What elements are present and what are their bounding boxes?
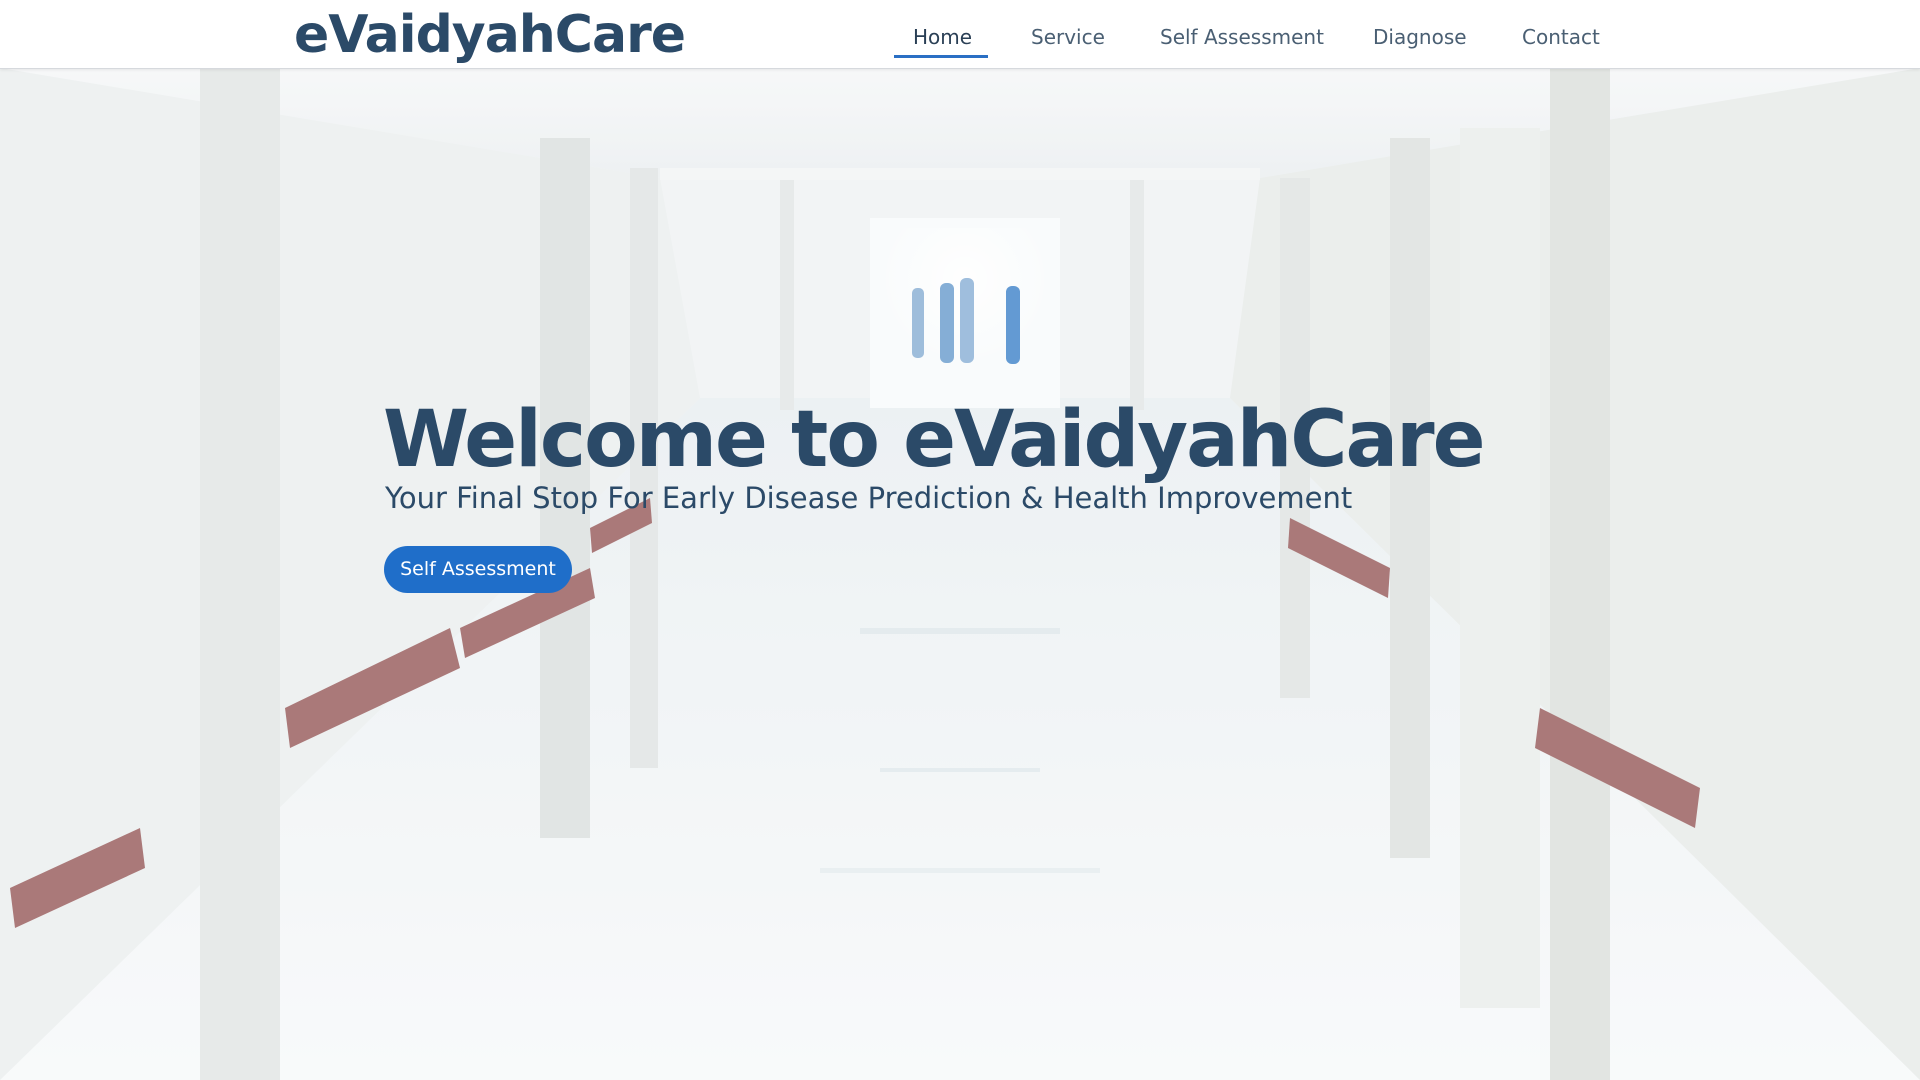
self-assessment-button[interactable]: Self Assessment [384, 546, 572, 593]
active-nav-indicator [894, 55, 988, 58]
hospital-corridor-background [0, 68, 1920, 1080]
nav-contact[interactable]: Contact [1522, 22, 1600, 52]
nav-self-assessment[interactable]: Self Assessment [1160, 22, 1324, 52]
site-header: eVaidyahCare Home Service Self Assessmen… [0, 0, 1920, 69]
nav-service[interactable]: Service [1031, 22, 1105, 52]
site-logo[interactable]: eVaidyahCare [294, 4, 686, 66]
hero-title: Welcome to eVaidyahCare [383, 395, 1486, 485]
nav-diagnose[interactable]: Diagnose [1373, 22, 1467, 52]
hero-subtitle: Your Final Stop For Early Disease Predic… [385, 481, 1353, 515]
nav-home[interactable]: Home [913, 22, 972, 52]
hero-section: Welcome to eVaidyahCare Your Final Stop … [0, 68, 1920, 1080]
